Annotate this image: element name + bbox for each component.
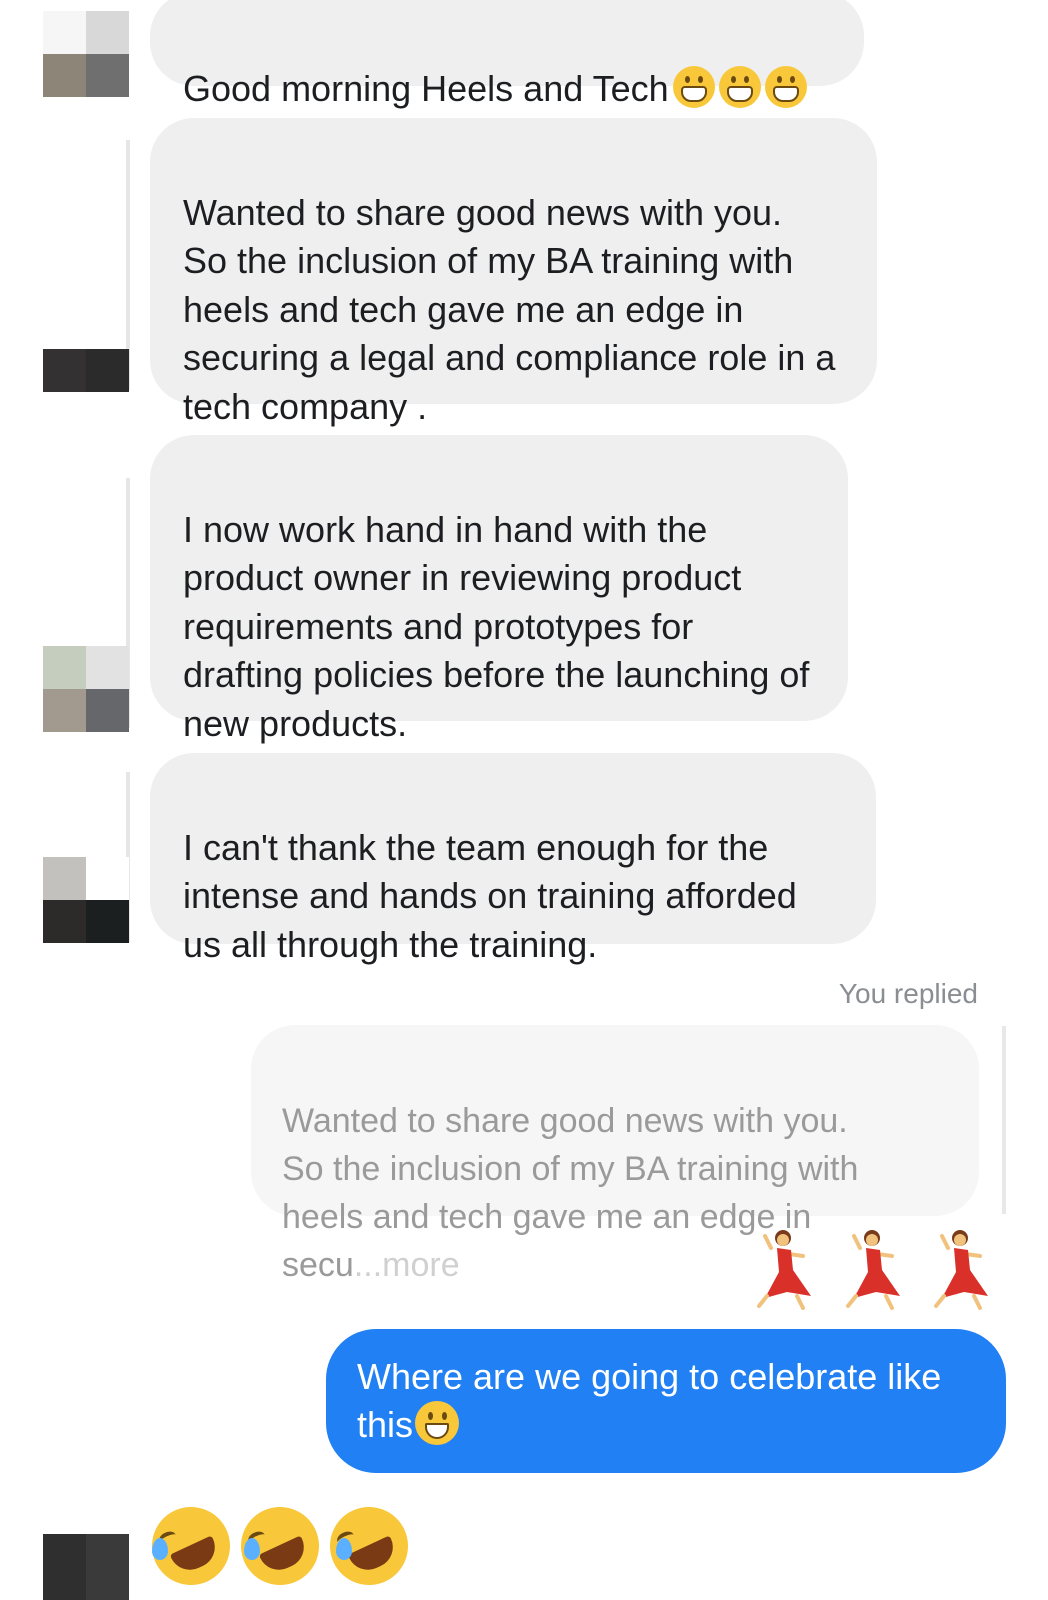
sender-avatar[interactable] bbox=[43, 11, 129, 97]
sender-avatar[interactable] bbox=[43, 646, 129, 732]
tear-drop bbox=[336, 1538, 352, 1560]
message-bubble[interactable]: Wanted to share good news with you. So t… bbox=[150, 118, 877, 427]
woman-dancing-icon bbox=[846, 1230, 900, 1310]
sender-avatar[interactable] bbox=[43, 349, 129, 392]
grinning-face-with-smiling-eyes-icon bbox=[672, 65, 715, 108]
message-text: Good morning Heels and Tech bbox=[183, 67, 669, 109]
reply-quote-bubble[interactable]: Wanted to share good news with you. So t… bbox=[251, 1025, 979, 1284]
message-bubble[interactable]: Good morning Heels and Tech bbox=[150, 0, 864, 109]
grinning-face-icon bbox=[415, 1401, 460, 1446]
reply-more-link[interactable]: ...more bbox=[354, 1246, 460, 1284]
sender-avatar[interactable] bbox=[43, 857, 129, 943]
message-text: I can't thank the team enough for the in… bbox=[183, 826, 797, 965]
tear-drop bbox=[244, 1538, 260, 1560]
woman-dancing-icon bbox=[757, 1230, 811, 1310]
sender-avatar[interactable] bbox=[43, 1534, 129, 1600]
woman-dancing-icon bbox=[934, 1230, 988, 1310]
grinning-face-with-smiling-eyes-icon bbox=[764, 65, 807, 108]
grinning-face-with-smiling-eyes-icon bbox=[718, 65, 761, 108]
message-bubble[interactable]: I can't thank the team enough for the in… bbox=[150, 753, 876, 965]
sent-message-bubble[interactable]: Where are we going to celebrate like thi… bbox=[326, 1329, 1006, 1473]
rolling-on-the-floor-laughing-icon bbox=[317, 1494, 421, 1598]
message-bubble[interactable]: I now work hand in hand with the product… bbox=[150, 435, 848, 744]
message-text: Wanted to share good news with you. So t… bbox=[183, 191, 836, 427]
reply-quote-bar bbox=[1002, 1026, 1006, 1214]
reply-label: You replied bbox=[838, 978, 978, 1009]
tear-drop bbox=[152, 1538, 168, 1560]
message-text: I now work hand in hand with the product… bbox=[183, 508, 810, 744]
